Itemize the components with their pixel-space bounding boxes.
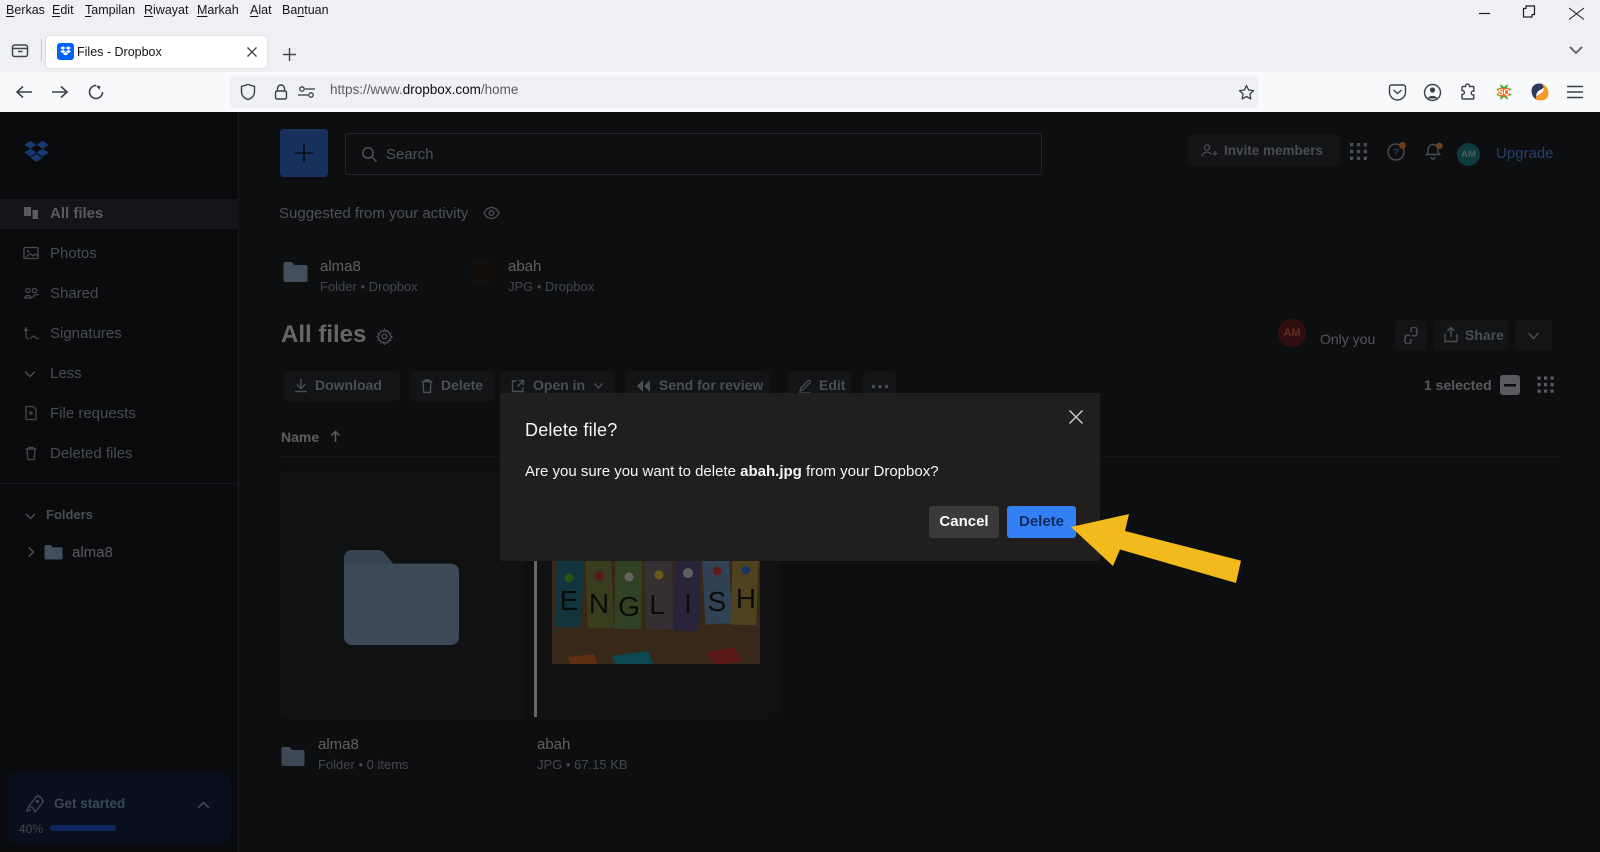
svg-text:SQ: SQ xyxy=(1498,88,1510,97)
